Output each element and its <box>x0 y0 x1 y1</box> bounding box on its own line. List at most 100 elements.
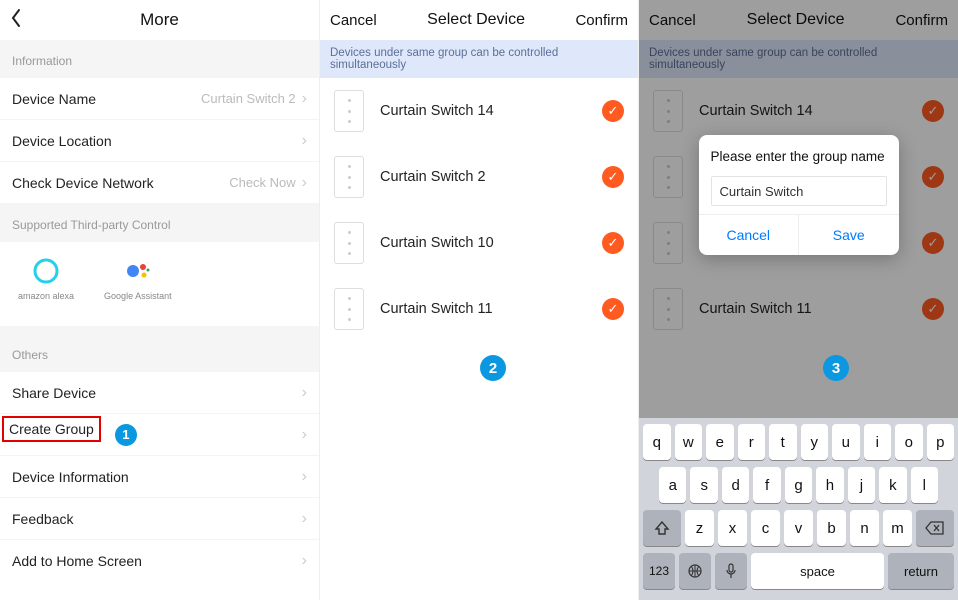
check-icon[interactable]: ✓ <box>602 166 624 188</box>
row-label: Check Device Network <box>12 175 154 191</box>
row-label: Share Device <box>12 385 96 401</box>
step-badge-2: 2 <box>480 355 506 381</box>
kb-row: 123 space return <box>643 553 954 589</box>
row-value: Check Now <box>229 175 295 190</box>
device-icon <box>334 288 364 330</box>
tp-alexa[interactable]: amazon alexa <box>18 257 74 301</box>
key-f[interactable]: f <box>753 467 780 503</box>
step-badge-1: 1 <box>115 424 137 446</box>
device-row[interactable]: Curtain Switch 11 ✓ <box>320 276 638 342</box>
group-name-input[interactable] <box>711 176 887 206</box>
row-device-name[interactable]: Device Name Curtain Switch 2 › <box>0 78 319 120</box>
tp-google[interactable]: Google Assistant <box>104 257 172 301</box>
chevron-right-icon: › <box>302 468 307 486</box>
page-title: Select Device <box>427 11 525 29</box>
key-s[interactable]: s <box>690 467 717 503</box>
keyboard: q w e r t y u i o p a s d f g h j k l z … <box>639 418 958 600</box>
key-u[interactable]: u <box>832 424 860 460</box>
chevron-right-icon: › <box>302 174 307 192</box>
key-a[interactable]: a <box>659 467 686 503</box>
section-third-party: Supported Third-party Control <box>0 204 319 242</box>
key-l[interactable]: l <box>911 467 938 503</box>
chevron-right-icon: › <box>302 510 307 528</box>
row-feedback[interactable]: Feedback › <box>0 498 319 540</box>
chevron-right-icon: › <box>302 132 307 150</box>
row-add-home[interactable]: Add to Home Screen › <box>0 540 319 582</box>
device-label: Curtain Switch 11 <box>380 301 602 317</box>
section-information: Information <box>0 40 319 78</box>
name-group-screen: Cancel Select Device Confirm Devices und… <box>638 0 958 600</box>
key-g[interactable]: g <box>785 467 812 503</box>
key-d[interactable]: d <box>722 467 749 503</box>
key-q[interactable]: q <box>643 424 671 460</box>
key-t[interactable]: t <box>769 424 797 460</box>
key-shift[interactable] <box>643 510 681 546</box>
tp-label: Google Assistant <box>104 291 172 301</box>
key-globe[interactable] <box>679 553 711 589</box>
device-label: Curtain Switch 14 <box>380 103 602 119</box>
device-row[interactable]: Curtain Switch 2 ✓ <box>320 144 638 210</box>
key-p[interactable]: p <box>927 424 955 460</box>
select-device-screen: Cancel Select Device Confirm Devices und… <box>319 0 638 600</box>
device-row[interactable]: Curtain Switch 14 ✓ <box>320 78 638 144</box>
kb-row: z x c v b n m <box>643 510 954 546</box>
step-badge-3: 3 <box>823 355 849 381</box>
row-create-group[interactable]: Create Group Create Group 1 › <box>0 414 319 456</box>
key-m[interactable]: m <box>883 510 912 546</box>
cancel-button[interactable]: Cancel <box>330 12 377 29</box>
kb-row: a s d f g h j k l <box>643 467 954 503</box>
highlight-box: Create Group <box>2 416 101 442</box>
device-icon <box>334 156 364 198</box>
row-share-device[interactable]: Share Device › <box>0 372 319 414</box>
key-j[interactable]: j <box>848 467 875 503</box>
key-space[interactable]: space <box>751 553 884 589</box>
back-icon[interactable] <box>10 8 22 28</box>
device-icon <box>334 90 364 132</box>
more-screen: More Information Device Name Curtain Swi… <box>0 0 319 600</box>
row-check-network[interactable]: Check Device Network Check Now › <box>0 162 319 204</box>
key-n[interactable]: n <box>850 510 879 546</box>
key-x[interactable]: x <box>718 510 747 546</box>
key-mic[interactable] <box>715 553 747 589</box>
row-label: Device Information <box>12 469 129 485</box>
chevron-right-icon: › <box>302 90 307 108</box>
header: More <box>0 0 319 40</box>
key-b[interactable]: b <box>817 510 846 546</box>
key-k[interactable]: k <box>879 467 906 503</box>
confirm-button[interactable]: Confirm <box>575 12 628 29</box>
row-label: Create Group <box>9 421 94 437</box>
key-return[interactable]: return <box>888 553 954 589</box>
chevron-right-icon: › <box>302 552 307 570</box>
key-backspace[interactable] <box>916 510 954 546</box>
check-icon[interactable]: ✓ <box>602 100 624 122</box>
key-v[interactable]: v <box>784 510 813 546</box>
key-r[interactable]: r <box>738 424 766 460</box>
check-icon[interactable]: ✓ <box>602 298 624 320</box>
third-party-row: amazon alexa Google Assistant <box>0 242 319 326</box>
key-c[interactable]: c <box>751 510 780 546</box>
device-label: Curtain Switch 10 <box>380 235 602 251</box>
row-device-location[interactable]: Device Location › <box>0 120 319 162</box>
key-w[interactable]: w <box>675 424 703 460</box>
section-others: Others <box>0 338 319 372</box>
device-row[interactable]: Curtain Switch 10 ✓ <box>320 210 638 276</box>
row-label: Add to Home Screen <box>12 553 142 569</box>
kb-row: q w e r t y u i o p <box>643 424 954 460</box>
key-e[interactable]: e <box>706 424 734 460</box>
row-device-info[interactable]: Device Information › <box>0 456 319 498</box>
page-title: More <box>140 10 179 30</box>
key-o[interactable]: o <box>895 424 923 460</box>
chevron-right-icon: › <box>302 426 307 444</box>
header: Cancel Select Device Confirm <box>320 0 638 40</box>
key-z[interactable]: z <box>685 510 714 546</box>
modal-cancel-button[interactable]: Cancel <box>699 215 799 255</box>
key-h[interactable]: h <box>816 467 843 503</box>
check-icon[interactable]: ✓ <box>602 232 624 254</box>
device-icon <box>334 222 364 264</box>
key-y[interactable]: y <box>801 424 829 460</box>
modal-title: Please enter the group name <box>711 149 887 164</box>
key-123[interactable]: 123 <box>643 553 675 589</box>
modal-save-button[interactable]: Save <box>798 215 899 255</box>
row-label: Feedback <box>12 511 73 527</box>
key-i[interactable]: i <box>864 424 892 460</box>
